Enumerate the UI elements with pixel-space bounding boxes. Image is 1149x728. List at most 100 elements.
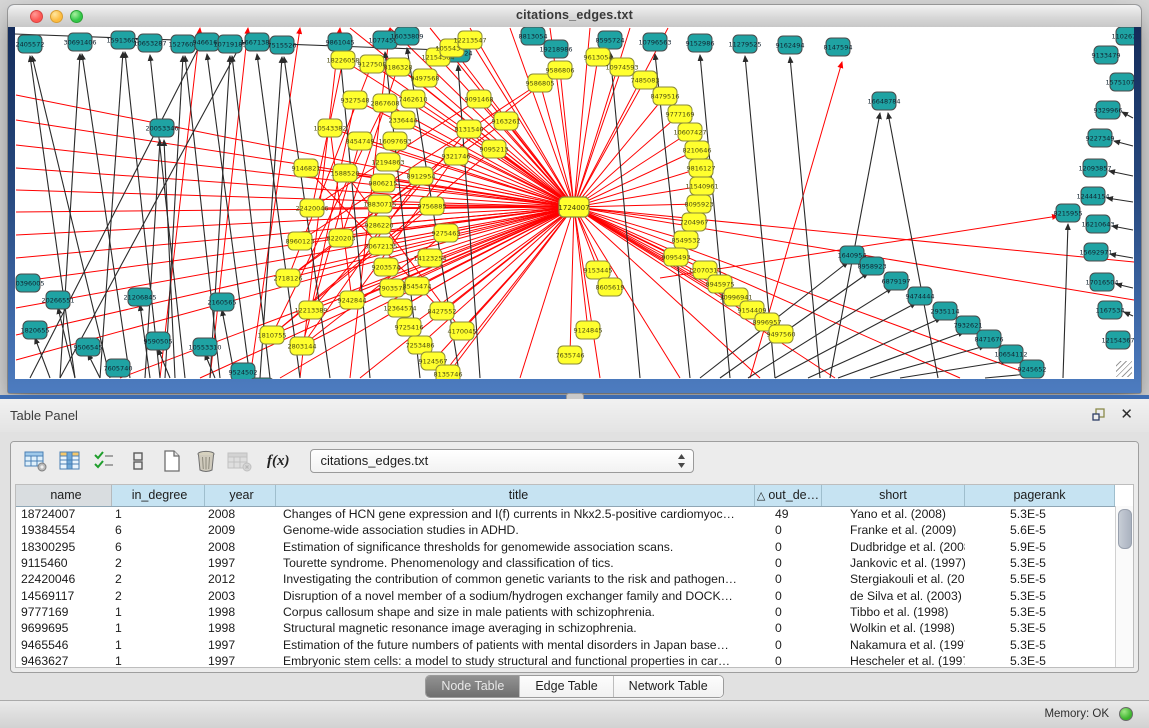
graph-node[interactable]: 8605619 xyxy=(596,278,625,296)
table-cell[interactable]: 5.5E-5 xyxy=(965,572,1115,586)
table-selector-dropdown[interactable]: citations_edges.txt xyxy=(310,449,694,473)
table-cell[interactable]: Tourette syndrome. Phenomenology and cla… xyxy=(276,556,755,570)
graph-node[interactable]: 10653287 xyxy=(133,34,166,52)
graph-node[interactable]: 20266551 xyxy=(41,291,74,309)
table-cell[interactable]: 9463627 xyxy=(16,654,112,667)
graph-node[interactable]: 7253486 xyxy=(406,336,435,354)
graph-node[interactable]: 2867608 xyxy=(371,94,400,112)
graph-node[interactable]: 6879197 xyxy=(882,272,911,290)
table-cell[interactable]: Yano et al. (2008) xyxy=(822,507,965,521)
graph-node[interactable]: 9327548 xyxy=(341,91,370,109)
select-attributes-icon[interactable] xyxy=(89,446,119,476)
graph-node[interactable]: 10553310 xyxy=(188,338,221,356)
graph-node[interactable]: 9133479 xyxy=(1092,46,1121,64)
table-cell[interactable]: 6 xyxy=(112,523,205,537)
graph-node[interactable]: 7204967 xyxy=(680,213,709,231)
function-builder-icon[interactable]: f(x) xyxy=(267,453,290,470)
graph-node[interactable]: 9586806 xyxy=(546,61,575,79)
graph-node[interactable]: 8131540 xyxy=(455,120,484,138)
table-cell[interactable]: 2009 xyxy=(205,523,276,537)
float-panel-icon[interactable] xyxy=(1091,407,1107,423)
graph-node[interactable]: 10396005 xyxy=(15,274,45,292)
table-cell[interactable]: 9465546 xyxy=(16,638,112,652)
resize-grip-icon[interactable] xyxy=(1116,361,1132,377)
table-row[interactable]: 969969511998Structural magnetic resonanc… xyxy=(16,620,1116,636)
graph-node[interactable]: 8479516 xyxy=(651,87,680,105)
table-cell[interactable]: Jankovic et al. (1997) xyxy=(822,556,965,570)
graph-node[interactable]: 1810755 xyxy=(258,326,287,344)
table-cell[interactable]: 2 xyxy=(112,572,205,586)
graph-node[interactable]: 1588520 xyxy=(331,164,360,182)
graph-node[interactable]: 30672135 xyxy=(364,237,397,255)
close-panel-icon[interactable]: ✕ xyxy=(1120,405,1133,423)
graph-node[interactable]: 2718126 xyxy=(274,269,303,287)
tab-network-table[interactable]: Network Table xyxy=(614,676,723,697)
graph-node[interactable]: 2405572 xyxy=(16,35,45,53)
graph-node[interactable]: 2803144 xyxy=(288,337,317,355)
graph-node[interactable]: 2160565 xyxy=(208,293,237,311)
graph-node[interactable]: 2935114 xyxy=(931,302,960,320)
column-header-year[interactable]: year xyxy=(205,485,276,506)
table-cell[interactable]: 0 xyxy=(755,572,822,586)
graph-node[interactable]: 9725416 xyxy=(395,318,424,336)
graph-node[interactable]: 12364574 xyxy=(383,299,416,317)
table-row[interactable]: 946554611997Estimation of the future num… xyxy=(16,636,1116,652)
table-cell[interactable]: 2 xyxy=(112,589,205,603)
table-cell[interactable]: 1998 xyxy=(205,621,276,635)
graph-node[interactable]: 15692971 xyxy=(1079,243,1112,261)
graph-node[interactable]: 9091468 xyxy=(465,90,494,108)
graph-node[interactable]: 8595724 xyxy=(596,31,625,49)
table-cell[interactable]: 1 xyxy=(112,621,205,635)
table-cell[interactable]: 49 xyxy=(755,507,822,521)
graph-node[interactable]: 9127508 xyxy=(358,55,387,73)
table-cell[interactable]: 9115460 xyxy=(16,556,112,570)
graph-node[interactable]: 9497568 xyxy=(411,69,440,87)
table-cell[interactable]: Estimation of significance thresholds fo… xyxy=(276,540,755,554)
table-cell[interactable]: 5.3E-5 xyxy=(965,507,1115,521)
network-window[interactable]: citations_edges.txt 24055723069140615913… xyxy=(8,5,1141,393)
graph-node[interactable]: 9153445 xyxy=(584,261,613,279)
graph-node[interactable]: 11279525 xyxy=(728,35,761,53)
table-cell[interactable]: Genome-wide association studies in ADHD. xyxy=(276,523,755,537)
graph-node[interactable]: 16648784 xyxy=(867,92,900,110)
graph-node[interactable]: 9861045 xyxy=(326,33,355,51)
graph-node[interactable]: 8960123 xyxy=(286,232,315,250)
table-cell[interactable]: 1997 xyxy=(205,654,276,667)
graph-node[interactable]: 11540961 xyxy=(685,177,718,195)
graph-node[interactable]: 16097693 xyxy=(378,132,411,150)
table-cell[interactable]: 5.3E-5 xyxy=(965,589,1115,603)
graph-node[interactable]: 9245652 xyxy=(1018,360,1047,378)
graph-node[interactable]: 7515526 xyxy=(268,36,297,54)
table-cell[interactable]: 5.3E-5 xyxy=(965,556,1115,570)
tab-node-table[interactable]: Node Table xyxy=(426,676,520,697)
table-cell[interactable]: de Silva et al. (2003) xyxy=(822,589,965,603)
new-table-icon[interactable] xyxy=(157,446,187,476)
table-cell[interactable]: Dudbridge et al. (2008) xyxy=(822,540,965,554)
graph-node[interactable]: 18830715 xyxy=(363,195,396,213)
graph-node[interactable]: 7635746 xyxy=(556,346,585,364)
table-cell[interactable]: Franke et al. (2009) xyxy=(822,523,965,537)
table-row[interactable]: 2242004622012Investigating the contribut… xyxy=(16,571,1116,587)
graph-node[interactable]: 9242844 xyxy=(338,291,367,309)
table-cell[interactable]: Hescheler et al. (1997) xyxy=(822,654,965,667)
graph-node[interactable]: 16033809 xyxy=(390,27,423,45)
graph-node[interactable]: 9275463 xyxy=(432,224,461,242)
table-cell[interactable]: Wolkin et al. (1998) xyxy=(822,621,965,635)
table-row[interactable]: 911546021997Tourette syndrome. Phenomeno… xyxy=(16,555,1116,571)
table-row[interactable]: 1830029562008Estimation of significance … xyxy=(16,539,1116,555)
table-cell[interactable]: 1 xyxy=(112,654,205,667)
graph-node[interactable]: 8147594 xyxy=(824,38,853,56)
table-row[interactable]: 977716911998Corpus callosum shape and si… xyxy=(16,604,1116,620)
table-cell[interactable]: 0 xyxy=(755,654,822,667)
table-cell[interactable]: 2008 xyxy=(205,540,276,554)
graph-node[interactable]: 9095213 xyxy=(480,140,509,158)
table-cell[interactable]: Corpus callosum shape and size in male p… xyxy=(276,605,755,619)
table-cell[interactable]: 0 xyxy=(755,621,822,635)
row-height-icon[interactable] xyxy=(123,446,153,476)
graph-node[interactable]: 10796563 xyxy=(638,33,671,51)
table-cell[interactable]: Stergiakouli et al. (2012) xyxy=(822,572,965,586)
table-cell[interactable]: 5.3E-5 xyxy=(965,654,1115,667)
graph-node[interactable]: 8210646 xyxy=(683,141,712,159)
table-cell[interactable]: 18300295 xyxy=(16,540,112,554)
table-cell[interactable]: 5.9E-5 xyxy=(965,540,1115,554)
